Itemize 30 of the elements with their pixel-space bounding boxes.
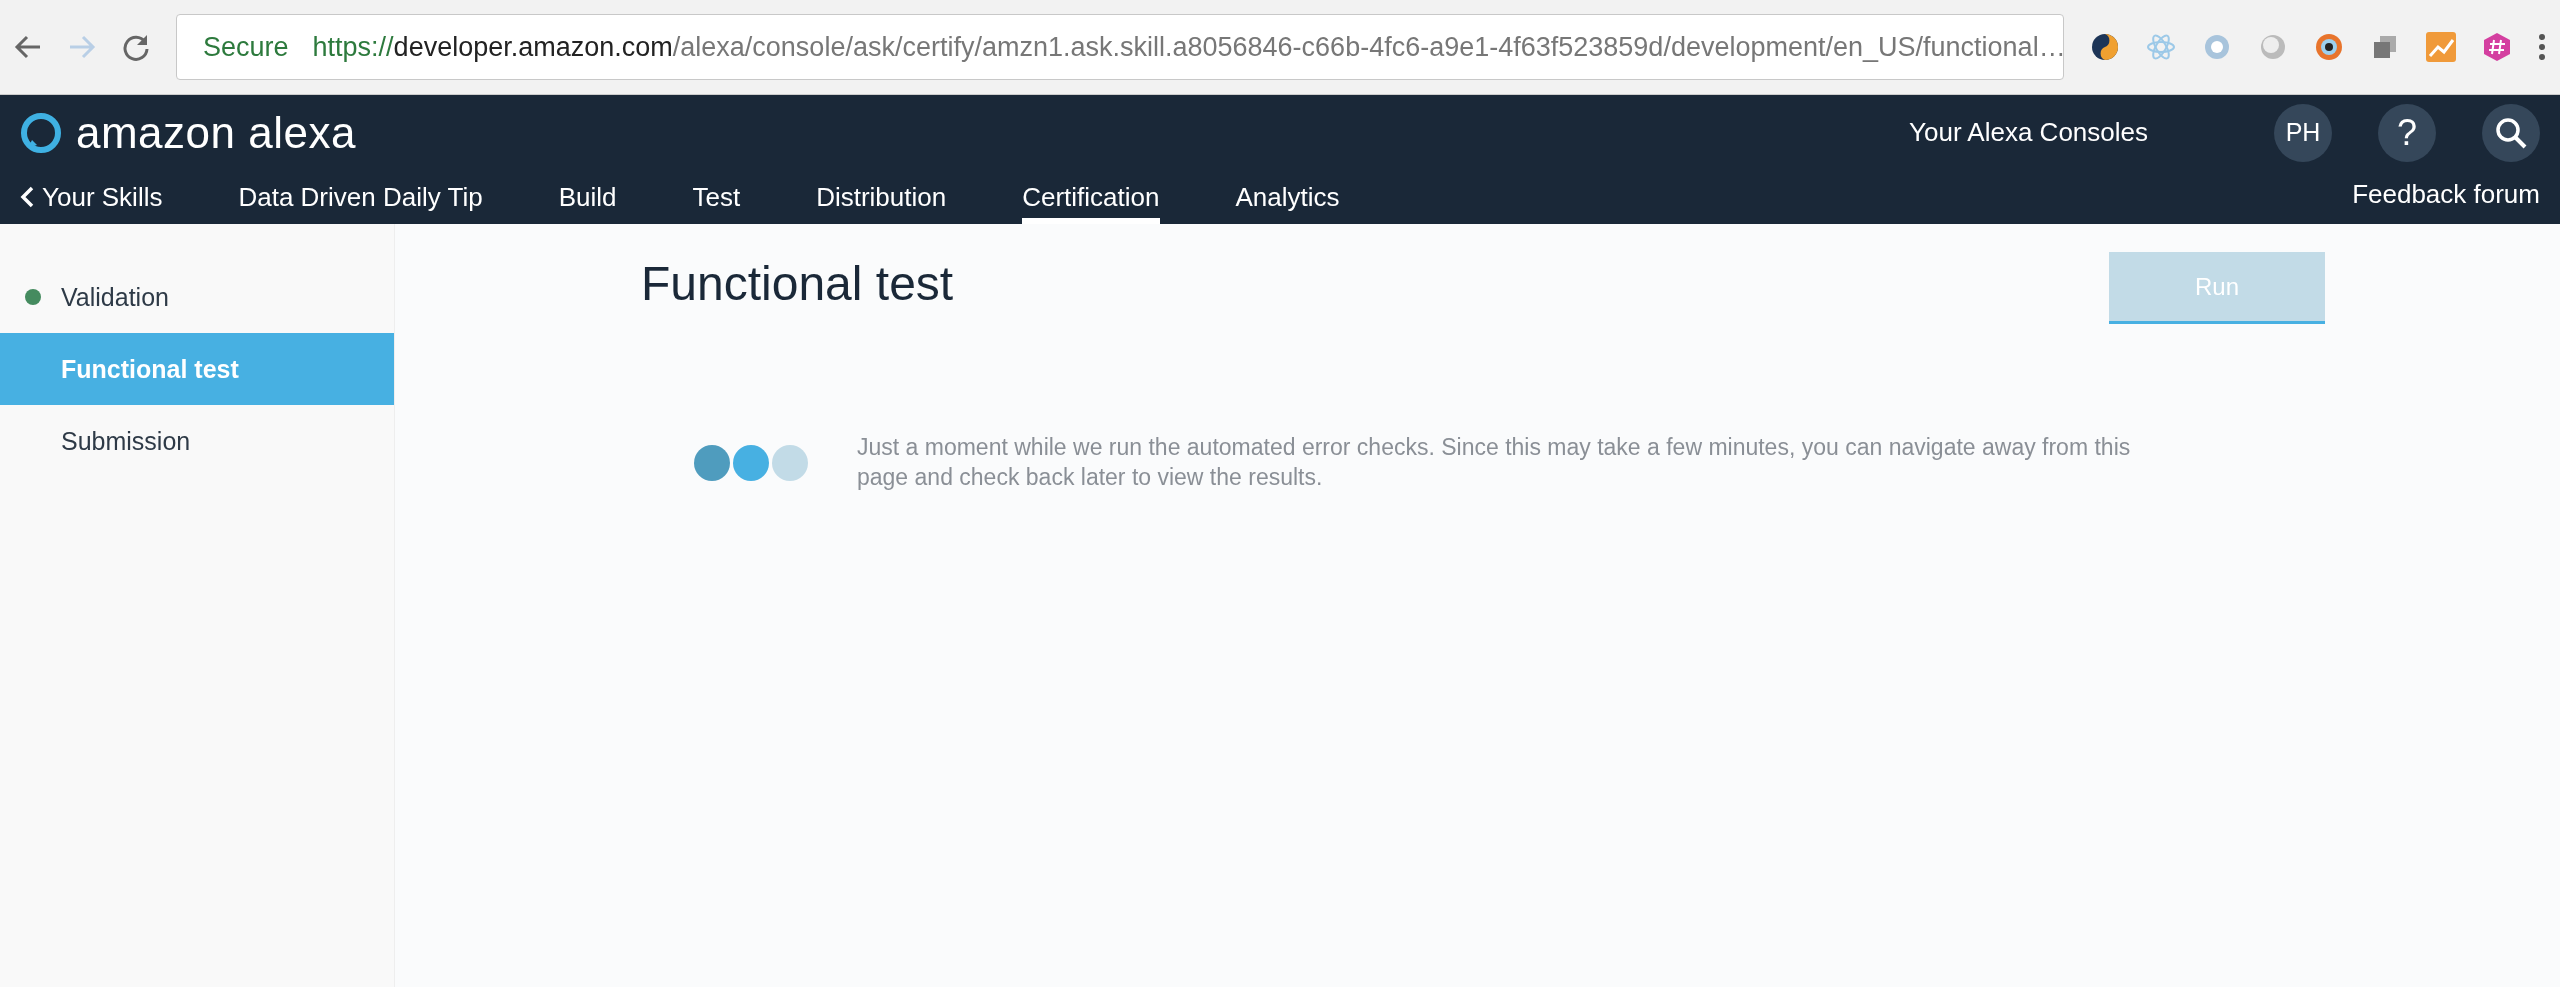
hashtag-icon[interactable] — [2482, 32, 2512, 62]
back-icon[interactable] — [14, 33, 42, 61]
reload-icon[interactable] — [122, 33, 150, 61]
help-button[interactable]: ? — [2378, 103, 2436, 162]
extension-icon[interactable] — [2090, 32, 2120, 62]
feedback-link[interactable]: Feedback forum — [2352, 170, 2540, 224]
loading-dots-icon — [693, 444, 809, 482]
address-bar[interactable]: Secure https://developer.amazon.com/alexa/console/ask/certify/amzn1.ask.skill.a8056846-c66b-4fc6-a9e1-4f63f523859d/development/en_US/functional… — [176, 14, 2064, 80]
search-icon — [2494, 115, 2528, 150]
avatar-button[interactable]: PH — [2274, 103, 2332, 162]
progress-message: Just a moment while we run the automated error checks. Since this may take a few minutes, you can navigate away from this page and check back later to view the results. — [857, 433, 2132, 492]
nav-tab[interactable]: Test — [692, 170, 741, 224]
url-text: https://developer.amazon.com/alexa/console/ask/certify/amzn1.ask.skill.a8056846-c66b-4fc6-a9e1-4f63f523859d/development/en_US/functional… — [312, 31, 2063, 63]
menu-icon[interactable] — [2538, 32, 2546, 62]
alexa-logo-icon — [20, 111, 62, 154]
eye-icon[interactable] — [2314, 32, 2344, 62]
chevron-left-icon — [20, 186, 34, 208]
chart-icon[interactable] — [2426, 32, 2456, 62]
nav-tab[interactable]: Build — [558, 170, 617, 224]
nav-tab[interactable]: Analytics — [1235, 170, 1340, 224]
sidebar-item[interactable]: Validation — [0, 261, 394, 333]
logo-text: amazon alexa — [76, 107, 356, 158]
back-link[interactable]: Your Skills — [20, 170, 163, 224]
nav-tab[interactable]: Data Driven Daily Tip — [238, 170, 483, 224]
nav-tab[interactable]: Certification — [1022, 170, 1160, 224]
nav-tab[interactable]: Distribution — [816, 170, 947, 224]
page-title: Functional test — [641, 256, 955, 311]
secure-label: Secure — [203, 31, 289, 63]
consoles-link[interactable]: Your Alexa Consoles — [1909, 117, 2148, 148]
sidebar-item[interactable]: Submission — [0, 405, 394, 477]
